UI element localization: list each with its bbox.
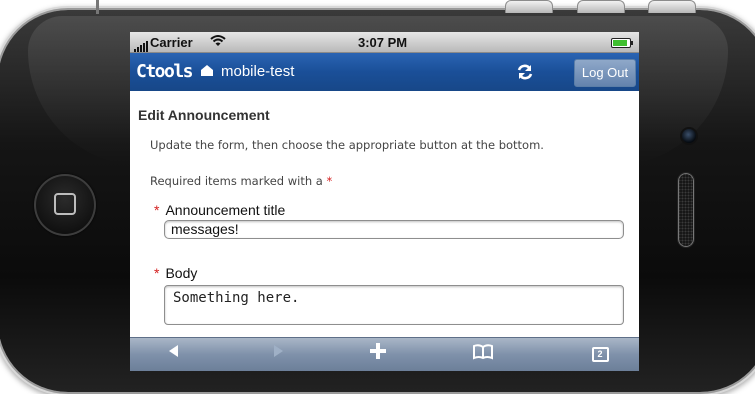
bookmarks-icon[interactable] [468,344,498,365]
nav-bar: Ctools mobile-test Log Out [130,53,639,91]
body-field-label: * Body [154,265,631,281]
battery-icon [611,38,633,48]
pages-icon[interactable]: 2 [585,344,615,362]
back-arrow-icon[interactable] [158,344,188,363]
page-title: Edit Announcement [138,107,270,123]
front-camera [682,129,696,143]
required-marker: * [326,174,333,188]
required-note: Required items marked with a * [150,174,631,188]
phone-edge-mark [96,0,99,14]
speaker-grille [678,173,694,247]
battery-fill [613,40,627,46]
status-bar: Carrier 3:07 PM [130,32,639,53]
home-button[interactable] [34,174,96,236]
signal-icon [134,37,149,52]
form-instructions: Update the form, then choose the appropr… [150,138,544,152]
title-label-text: Announcement title [165,202,286,218]
required-note-text: Required items marked with a [150,174,323,188]
mute-switch[interactable] [648,0,696,13]
required-marker: * [154,202,160,218]
announcement-title-input[interactable]: messages! [164,220,624,239]
logout-button[interactable]: Log Out [574,59,636,87]
wifi-icon [210,34,226,51]
carrier-label: Carrier [150,35,193,50]
form-content: Edit Announcement Update the form, then … [130,107,639,325]
sync-icon[interactable] [516,63,534,86]
site-name-link[interactable]: mobile-test [221,63,294,80]
home-icon[interactable] [200,63,214,77]
volume-up-button[interactable] [505,0,553,13]
title-field-label: * Announcement title [154,202,631,218]
clock: 3:07 PM [358,35,408,50]
body-label-text: Body [165,265,198,281]
title-field: * Announcement title messages! [154,202,631,239]
required-marker: * [154,265,160,281]
pages-count: 2 [591,347,609,362]
body-field: * Body Something here. [154,265,631,325]
browser-toolbar: 2 [130,337,639,371]
screen: Carrier 3:07 PM Ctools mobile-test Log O… [130,32,639,371]
volume-down-button[interactable] [577,0,625,13]
home-button-square-icon [54,193,76,215]
brand-logo[interactable]: Ctools [136,61,194,82]
add-icon[interactable] [363,340,393,366]
forward-arrow-icon[interactable] [264,344,294,363]
body-textarea[interactable]: Something here. [164,285,624,325]
